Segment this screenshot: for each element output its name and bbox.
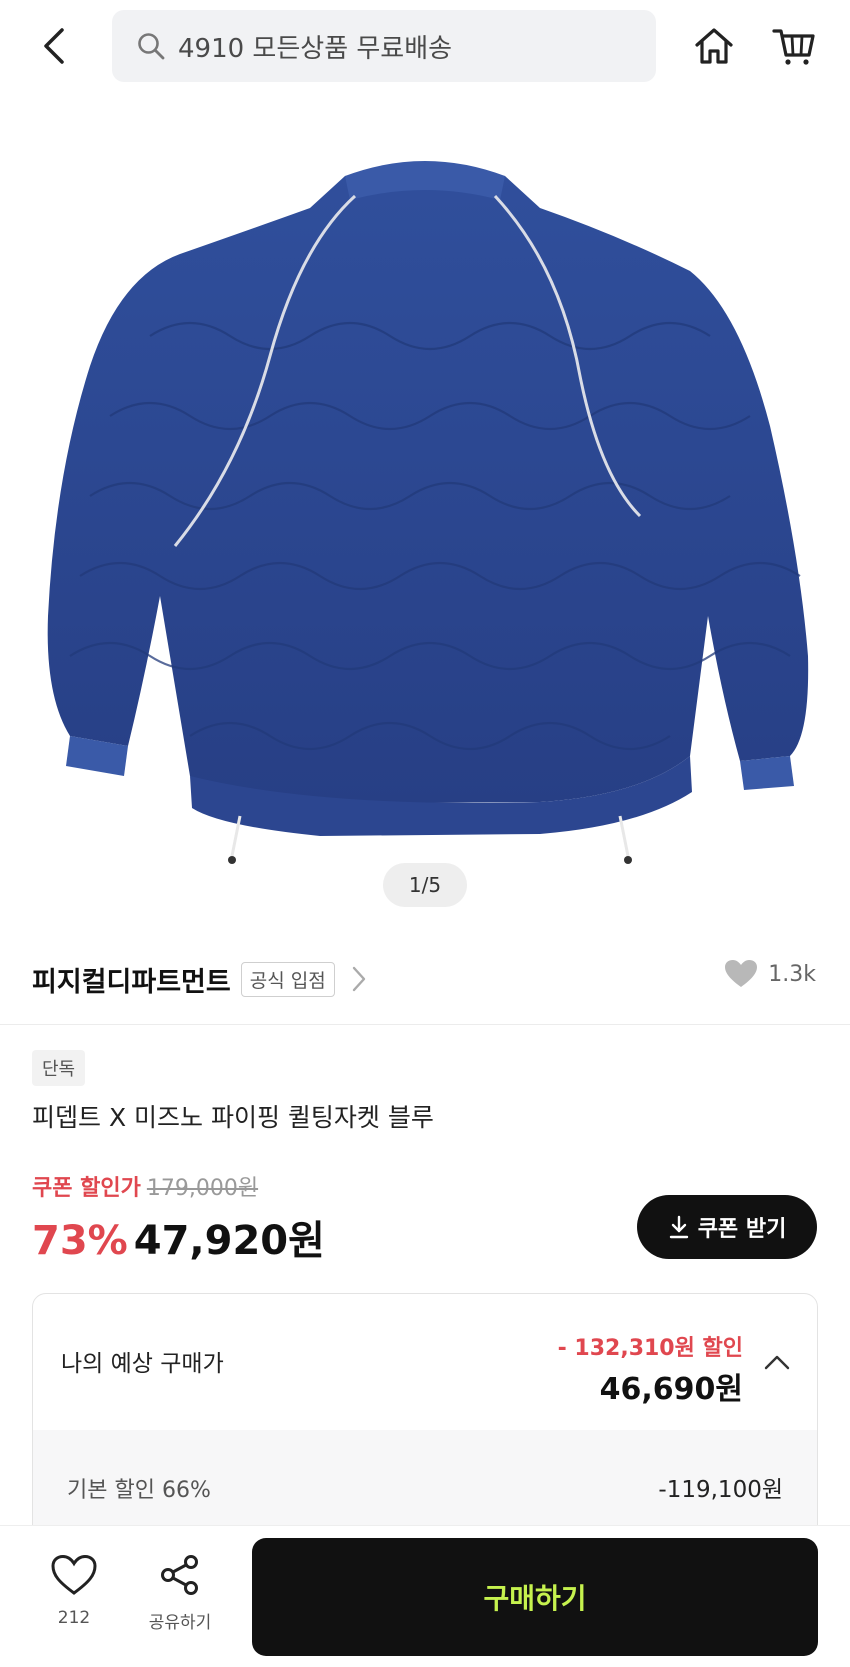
coupon-download-button[interactable]: 쿠폰 받기: [637, 1195, 817, 1259]
brand-like-count: 1.3k: [768, 961, 816, 987]
final-price: 47,920원: [133, 1218, 325, 1264]
estimated-price: 46,690원: [599, 1372, 743, 1407]
chevron-left-icon: [44, 28, 64, 64]
cart-button[interactable]: [770, 22, 818, 70]
base-discount-value: -119,100원: [658, 1477, 783, 1503]
estimated-price-card: 나의 예상 구매가 - 132,310원 할인 46,690원 기본 할인 66…: [32, 1293, 818, 1553]
coupon-price-label: 쿠폰 할인가: [32, 1176, 141, 1201]
base-discount-label: 기본 할인 66%: [67, 1478, 211, 1503]
coupon-button-label: 쿠폰 받기: [697, 1217, 787, 1242]
buy-button[interactable]: 구매하기: [252, 1538, 818, 1656]
product-image[interactable]: [0, 96, 850, 936]
divider: [0, 1024, 850, 1025]
heart-outline-icon: [51, 1554, 97, 1595]
chevron-up-icon[interactable]: [761, 1346, 793, 1378]
cart-icon: [772, 29, 815, 65]
heart-filled-icon: [725, 960, 758, 987]
home-button[interactable]: [690, 22, 738, 70]
estimated-price-header[interactable]: 나의 예상 구매가 - 132,310원 할인 46,690원: [33, 1294, 817, 1430]
original-price: 179,000원: [146, 1176, 259, 1201]
bottom-action-bar: 212 공유하기 구매하기: [0, 1525, 850, 1667]
share-label: 공유하기: [148, 1613, 212, 1633]
back-button[interactable]: [30, 22, 78, 70]
official-badge: 공식 입점: [240, 961, 335, 997]
search-input[interactable]: 4910 모든상품 무료배송: [112, 10, 656, 82]
product-title: 피뎁트 X 미즈노 파이핑 퀼팅자켓 블루: [32, 1103, 434, 1132]
brand-row[interactable]: 피지컬디파트먼트 공식 입점 1.3k: [32, 955, 822, 1003]
top-header: 4910 모든상품 무료배송: [0, 0, 850, 96]
like-count: 212: [57, 1608, 91, 1628]
like-button[interactable]: 212: [40, 1554, 108, 1644]
share-button[interactable]: 공유하기: [140, 1554, 220, 1644]
coupon-label-row: 쿠폰 할인가 179,000원: [32, 1170, 258, 1202]
search-icon: [138, 33, 165, 60]
discount-rate: 73%: [32, 1218, 128, 1264]
download-icon: [668, 1215, 690, 1239]
estimated-price-label: 나의 예상 구매가: [61, 1351, 224, 1377]
brand-like[interactable]: 1.3k: [724, 959, 816, 989]
price-row: 73% 47,920원: [32, 1208, 325, 1266]
home-icon: [695, 28, 733, 64]
brand-name[interactable]: 피지컬디파트먼트: [32, 960, 231, 999]
share-icon: [161, 1555, 198, 1595]
chevron-right-icon: [351, 964, 375, 994]
exclusive-tag: 단독: [32, 1050, 86, 1086]
jacket-image: [47, 161, 809, 864]
estimated-discount: - 132,310원 할인: [557, 1336, 743, 1361]
image-counter: 1/5: [383, 863, 467, 907]
search-text: 4910 모든상품 무료배송: [178, 33, 453, 64]
